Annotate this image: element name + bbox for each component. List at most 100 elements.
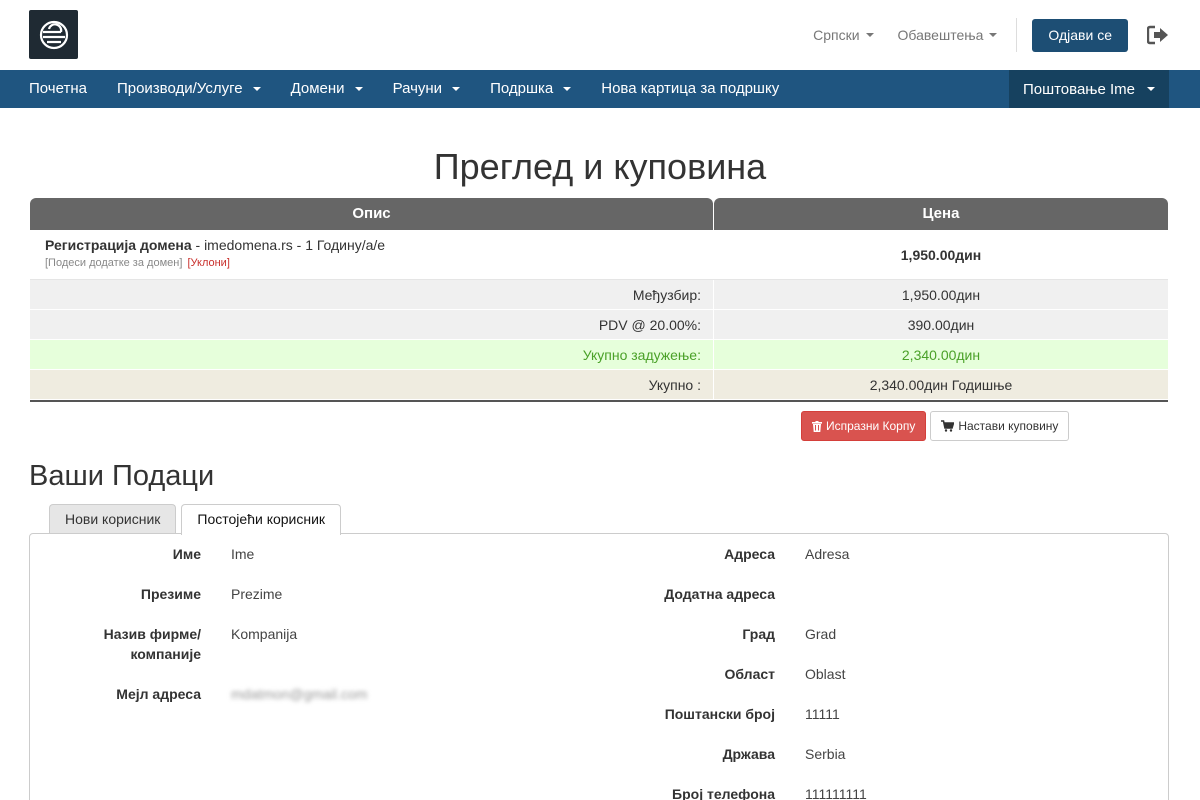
country-value: Serbia (805, 746, 846, 762)
field-row: Име Ime (30, 544, 367, 584)
country-label: Држава (722, 746, 775, 762)
total-due-value: 2,340.00дин (714, 340, 1168, 369)
address-value: Adresa (805, 546, 850, 562)
nav-item-support[interactable]: Подршка (475, 70, 586, 108)
notifications-label: Обавештења (897, 27, 984, 43)
left-column: Име Ime Презиме Prezime Назив фирме/ ком… (30, 544, 368, 724)
cart-header: Опис Цена (30, 198, 1168, 230)
field-row: Адреса Adresa (634, 544, 867, 584)
continue-shopping-button[interactable]: Настави куповину (930, 411, 1070, 441)
chevron-down-icon (252, 87, 261, 91)
tax-row: PDV @ 20.00%: 390.00дин (30, 310, 1168, 340)
field-row: Број телефона 111111111 (634, 784, 867, 800)
item-detail: - imedomena.rs - 1 Годину/а/е (191, 237, 386, 253)
main-nav: Почетна Производи/Услуге Домени Рачуни П… (0, 70, 1200, 108)
nav-label: Нова картица за подршку (601, 80, 780, 97)
field-row: Поштански број 11111 (634, 704, 867, 744)
nav-item-domains[interactable]: Домени (276, 70, 378, 108)
chevron-down-icon (563, 87, 572, 91)
address-label: Адреса (724, 546, 775, 562)
cart-table: Опис Цена Регистрација домена - imedomen… (30, 198, 1168, 402)
field-row: Област Oblast (634, 664, 867, 704)
customer-details-panel: Име Ime Презиме Prezime Назив фирме/ ком… (29, 533, 1169, 800)
postcode-label: Поштански број (664, 706, 775, 722)
site-logo[interactable] (29, 10, 78, 59)
address2-value (775, 584, 805, 624)
notifications-dropdown[interactable]: Обавештења (898, 27, 998, 43)
cart-bottom-border (30, 400, 1168, 402)
cart-item-description: Регистрација домена - imedomena.rs - 1 Г… (30, 230, 714, 279)
email-label: Мејл адреса (116, 686, 201, 702)
trash-icon (812, 420, 822, 432)
phone-label: Број телефона (672, 786, 775, 800)
total-label: Укупно : (30, 370, 713, 399)
chevron-down-icon (452, 87, 461, 91)
right-column: Адреса Adresa Додатна адреса Град Grad О… (634, 544, 867, 800)
account-label: Поштовање Ime (1022, 80, 1135, 98)
city-label: Град (742, 626, 775, 642)
chevron-down-icon (354, 87, 363, 91)
nav-item-products[interactable]: Производи/Услуге (102, 70, 276, 108)
nav-item-home[interactable]: Почетна (0, 70, 102, 108)
address2-label: Додатна адреса (664, 586, 775, 602)
page-title: Преглед и куповина (433, 146, 767, 187)
total-due-label: Укупно задужење: (30, 340, 713, 369)
company-label: Назив фирме/ компаније (103, 626, 201, 662)
site-header: Српски Обавештења Одјави се (0, 0, 1200, 70)
field-row: Град Grad (634, 624, 867, 664)
region-label: Област (724, 666, 775, 682)
chevron-down-icon (989, 33, 998, 37)
logo-mark-icon (39, 20, 68, 49)
continue-shopping-label: Настави куповину (958, 419, 1059, 433)
postcode-value: 11111 (805, 706, 840, 722)
column-header-description: Опис (30, 198, 713, 230)
nav-label: Почетна (29, 80, 87, 97)
cart-actions: Испразни Корпу Настави куповину (801, 411, 1070, 441)
last-name-label: Презиме (140, 586, 201, 602)
region-value: Oblast (805, 666, 846, 682)
cart-item-row: Регистрација домена - imedomena.rs - 1 Г… (30, 230, 1168, 280)
account-dropdown[interactable]: Поштовање Ime (1008, 70, 1169, 108)
customer-tabs: Нови корисник Постојећи корисник (49, 504, 346, 535)
shopping-cart-icon (941, 420, 955, 432)
subtotal-row: Међузбир: 1,950.00дин (30, 280, 1168, 310)
cart-item-price: 1,950.00дин (900, 246, 982, 263)
tab-existing-customer[interactable]: Постојећи корисник (181, 504, 342, 535)
nav-label: Производи/Услуге (116, 80, 243, 97)
tab-new-customer[interactable]: Нови корисник (49, 504, 177, 534)
item-links: [Подеси додатке за домен] [Уклони] (45, 257, 699, 269)
city-value: Grad (805, 626, 837, 642)
tax-label: PDV @ 20.00%: (30, 310, 713, 339)
empty-cart-label: Испразни Корпу (826, 419, 916, 433)
chevron-down-icon (865, 33, 874, 37)
nav-item-billing[interactable]: Рачуни (378, 70, 476, 108)
remove-item-link[interactable]: [Уклони] (187, 257, 229, 269)
chevron-down-icon (1147, 87, 1155, 91)
language-dropdown[interactable]: Српски (813, 27, 874, 43)
column-header-price: Цена (714, 198, 1168, 230)
language-label: Српски (813, 27, 860, 43)
field-row: Држава Serbia (634, 744, 867, 784)
nav-label: Подршка (490, 80, 554, 97)
field-row: Презиме Prezime (30, 584, 367, 624)
tax-value: 390.00дин (714, 310, 1168, 339)
nav-label: Рачуни (392, 80, 443, 97)
phone-value: 111111111 (805, 786, 867, 800)
total-row: Укупно : 2,340.00дин Годишње (30, 370, 1168, 400)
field-row: Мејл адреса mdatmon@gmail.com (30, 684, 367, 724)
company-value: Kompanija (231, 626, 298, 642)
last-name-value: Prezime (231, 586, 283, 602)
field-row: Назив фирме/ компаније Kompanija (30, 624, 367, 676)
total-value: 2,340.00дин Годишње (714, 370, 1168, 399)
subtotal-value: 1,950.00дин (714, 280, 1168, 309)
logout-button[interactable]: Одјави се (1032, 18, 1128, 52)
total-due-row: Укупно задужење: 2,340.00дин (30, 340, 1168, 370)
configure-addons-link[interactable]: [Подеси додатке за домен] (45, 257, 182, 269)
empty-cart-button[interactable]: Испразни Корпу (801, 411, 927, 441)
sign-out-icon[interactable] (1146, 23, 1170, 47)
subtotal-label: Међузбир: (30, 280, 713, 309)
first-name-label: Име (172, 546, 201, 562)
nav-item-new-ticket[interactable]: Нова картица за подршку (586, 70, 794, 108)
top-links: Српски Обавештења Одјави се (813, 0, 1200, 70)
nav-label: Домени (290, 80, 345, 97)
